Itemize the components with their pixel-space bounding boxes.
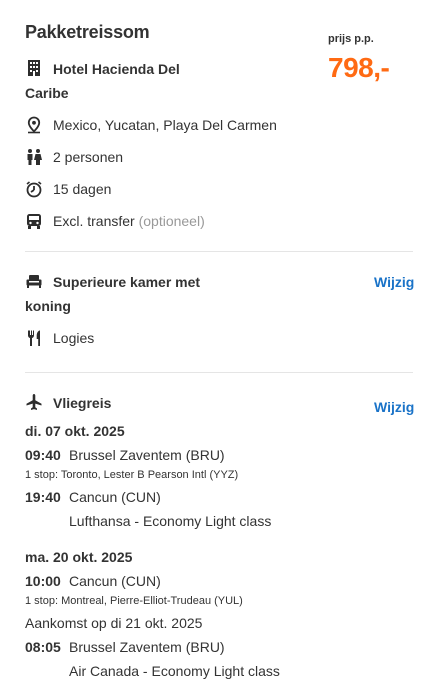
return-arrival-time: 08:05 [25,639,61,655]
outbound-carrier: Lufthansa - Economy Light class [69,513,272,529]
bus-icon [25,212,43,230]
stopwatch-icon [25,180,43,198]
board-type: Logies [53,330,95,346]
room-name-cont: koning [25,298,71,314]
outbound-stop-info: 1 stop: Toronto, Lester B Pearson Intl (… [25,469,239,481]
return-departure-time: 10:00 [25,573,61,589]
transfer-info: Excl. transfer (optioneel) [53,213,205,229]
return-stop-info: 1 stop: Montreal, Pierre-Elliot-Trudeau … [25,595,243,607]
return-arrival-airport: Brussel Zaventem (BRU) [69,639,225,655]
transfer-label: Excl. transfer [53,213,135,229]
building-icon [25,59,43,77]
change-flight-link[interactable]: Wijzig [374,399,414,415]
outbound-arrival-time: 19:40 [25,489,61,505]
outbound-departure-time: 09:40 [25,447,61,463]
room-name: Superieure kamer met [53,274,201,290]
price-value: 798,- [328,52,390,83]
outbound-departure-airport: Brussel Zaventem (BRU) [69,447,225,463]
divider [25,372,413,373]
airplane-icon [25,393,43,411]
return-departure-airport: Cancun (CUN) [69,573,161,589]
outbound-date: di. 07 okt. 2025 [25,423,125,439]
trip-duration: 15 dagen [53,181,112,197]
hotel-name-cont: Caribe [25,85,69,101]
persons-count: 2 personen [53,149,124,165]
price-label: prijs p.p. [328,33,374,45]
return-arrival-note: Aankomst op di 21 okt. 2025 [25,615,203,631]
bed-icon [25,272,43,290]
package-title: Pakketreissom [25,22,150,42]
location-pin-icon [25,116,43,134]
change-room-link[interactable]: Wijzig [374,274,414,290]
outbound-arrival-airport: Cancun (CUN) [69,489,161,505]
return-carrier: Air Canada - Economy Light class [69,663,280,679]
hotel-location: Mexico, Yucatan, Playa Del Carmen [53,117,277,133]
fork-knife-icon [25,329,43,347]
divider [25,251,413,252]
hotel-name: Hotel Hacienda Del [53,61,180,77]
transfer-optional-note: (optioneel) [138,213,205,229]
return-date: ma. 20 okt. 2025 [25,549,133,565]
flight-title: Vliegreis [53,395,112,411]
persons-icon [25,148,43,166]
